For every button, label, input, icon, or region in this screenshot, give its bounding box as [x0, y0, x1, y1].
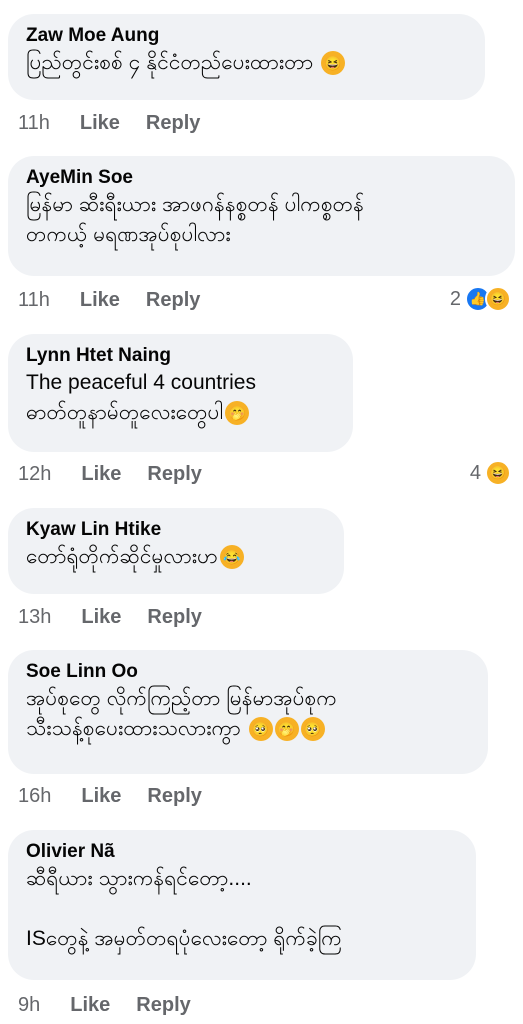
- reaction-summary[interactable]: 4 😆: [470, 460, 511, 486]
- reaction-count: 2: [449, 287, 461, 310]
- reaction-summary[interactable]: 2 👍 😆: [450, 286, 511, 312]
- comment-item: Kyaw Lin Htike တော်ရုံတိုက်ဆိုင်မှုလားဟ 😂: [8, 508, 344, 594]
- comment-author[interactable]: Soe Linn Oo: [26, 660, 470, 684]
- comment-item: Zaw Moe Aung ပြည်တွင်းစစ် ၄ နိုင်ငံတည်ပေ…: [8, 14, 485, 100]
- laughing-emoji-icon: 😆: [321, 51, 346, 76]
- reply-button[interactable]: Reply: [147, 463, 201, 486]
- haha-reaction-icon: 😆: [485, 286, 511, 312]
- comment-bubble[interactable]: Lynn Htet Naing The peaceful 4 countries…: [8, 334, 353, 452]
- comment-text: အုပ်စုတွေ လိုက်ကြည့်တာ မြန်မာအုပ်စုက သီး…: [26, 687, 337, 742]
- comment-bubble[interactable]: Zaw Moe Aung ပြည်တွင်းစစ် ၄ နိုင်ငံတည်ပေ…: [8, 14, 485, 100]
- hand-over-mouth-emoji-icon: 🤭: [225, 401, 250, 426]
- haha-reaction-icon: 😆: [485, 460, 511, 486]
- reply-button[interactable]: Reply: [147, 785, 201, 808]
- comment-timestamp[interactable]: 12h: [18, 463, 51, 486]
- comment-text: မြန်မာ ဆီးရီးယား အာဖဂန်နစ္စတန် ပါကစ္စတန်…: [26, 193, 364, 246]
- pleading-face-emoji-icon: 🥺: [300, 717, 325, 742]
- comment-actions: 16h Like Reply: [18, 785, 228, 808]
- comment-item: Olivier Nã ဆီရီယား သွားကန်ရင်တော့.... IS…: [8, 830, 476, 980]
- comment-item: Lynn Htet Naing The peaceful 4 countries…: [8, 334, 353, 452]
- comment-bubble[interactable]: AyeMin Soe မြန်မာ ဆီးရီးယား အာဖဂန်နစ္စတန…: [8, 156, 515, 276]
- comment-author[interactable]: AyeMin Soe: [26, 166, 497, 190]
- reaction-count: 4: [469, 461, 481, 484]
- comment-text: တော်ရုံတိုက်ဆိုင်မှုလားဟ 😂: [26, 542, 326, 572]
- like-button[interactable]: Like: [80, 289, 120, 312]
- like-button[interactable]: Like: [81, 785, 121, 808]
- hand-over-mouth-emoji-icon: 🤭: [274, 717, 299, 742]
- reply-button[interactable]: Reply: [147, 606, 201, 629]
- comment-item: Soe Linn Oo အုပ်စုတွေ လိုက်ကြည့်တာ မြန်မ…: [8, 650, 488, 774]
- comment-timestamp[interactable]: 11h: [18, 112, 50, 135]
- comment-actions: 13h Like Reply: [18, 606, 228, 629]
- tears-of-joy-emoji-icon: 😂: [219, 545, 244, 570]
- comment-timestamp[interactable]: 9h: [18, 994, 40, 1017]
- comment-timestamp[interactable]: 16h: [18, 785, 51, 808]
- reply-button[interactable]: Reply: [136, 994, 190, 1017]
- pleading-face-emoji-icon: 🥺: [248, 717, 273, 742]
- comment-actions: 9h Like Reply: [18, 994, 217, 1017]
- comment-bubble[interactable]: Kyaw Lin Htike တော်ရုံတိုက်ဆိုင်မှုလားဟ 😂: [8, 508, 344, 594]
- like-button[interactable]: Like: [81, 606, 121, 629]
- comment-timestamp[interactable]: 13h: [18, 606, 51, 629]
- comment-text: The peaceful 4 countries ဓာတ်တူနာမ်တူလေး…: [26, 371, 256, 426]
- comment-bubble[interactable]: Soe Linn Oo အုပ်စုတွေ လိုက်ကြည့်တာ မြန်မ…: [8, 650, 488, 774]
- comment-text: ပြည်တွင်းစစ် ၄ နိုင်ငံတည်ပေးထားတာ 😆: [26, 48, 467, 78]
- comment-bubble[interactable]: Olivier Nã ဆီရီယား သွားကန်ရင်တော့.... IS…: [8, 830, 476, 980]
- comment-actions: 11h Like Reply: [18, 112, 226, 135]
- comment-timestamp[interactable]: 11h: [18, 289, 50, 312]
- comment-actions: 11h Like Reply: [18, 289, 226, 312]
- comment-item: AyeMin Soe မြန်မာ ဆီးရီးယား အာဖဂန်နစ္စတန…: [8, 156, 515, 276]
- like-button[interactable]: Like: [81, 463, 121, 486]
- comment-author[interactable]: Lynn Htet Naing: [26, 344, 335, 368]
- reply-button[interactable]: Reply: [146, 112, 200, 135]
- comment-text: ဆီရီယား သွားကန်ရင်တော့.... ISတွေနဲ့ အမှတ…: [26, 867, 342, 950]
- comment-author[interactable]: Olivier Nã: [26, 840, 458, 864]
- comment-author[interactable]: Zaw Moe Aung: [26, 24, 467, 48]
- like-button[interactable]: Like: [80, 112, 120, 135]
- reply-button[interactable]: Reply: [146, 289, 200, 312]
- comment-actions: 12h Like Reply: [18, 463, 228, 486]
- comment-author[interactable]: Kyaw Lin Htike: [26, 518, 326, 542]
- like-button[interactable]: Like: [70, 994, 110, 1017]
